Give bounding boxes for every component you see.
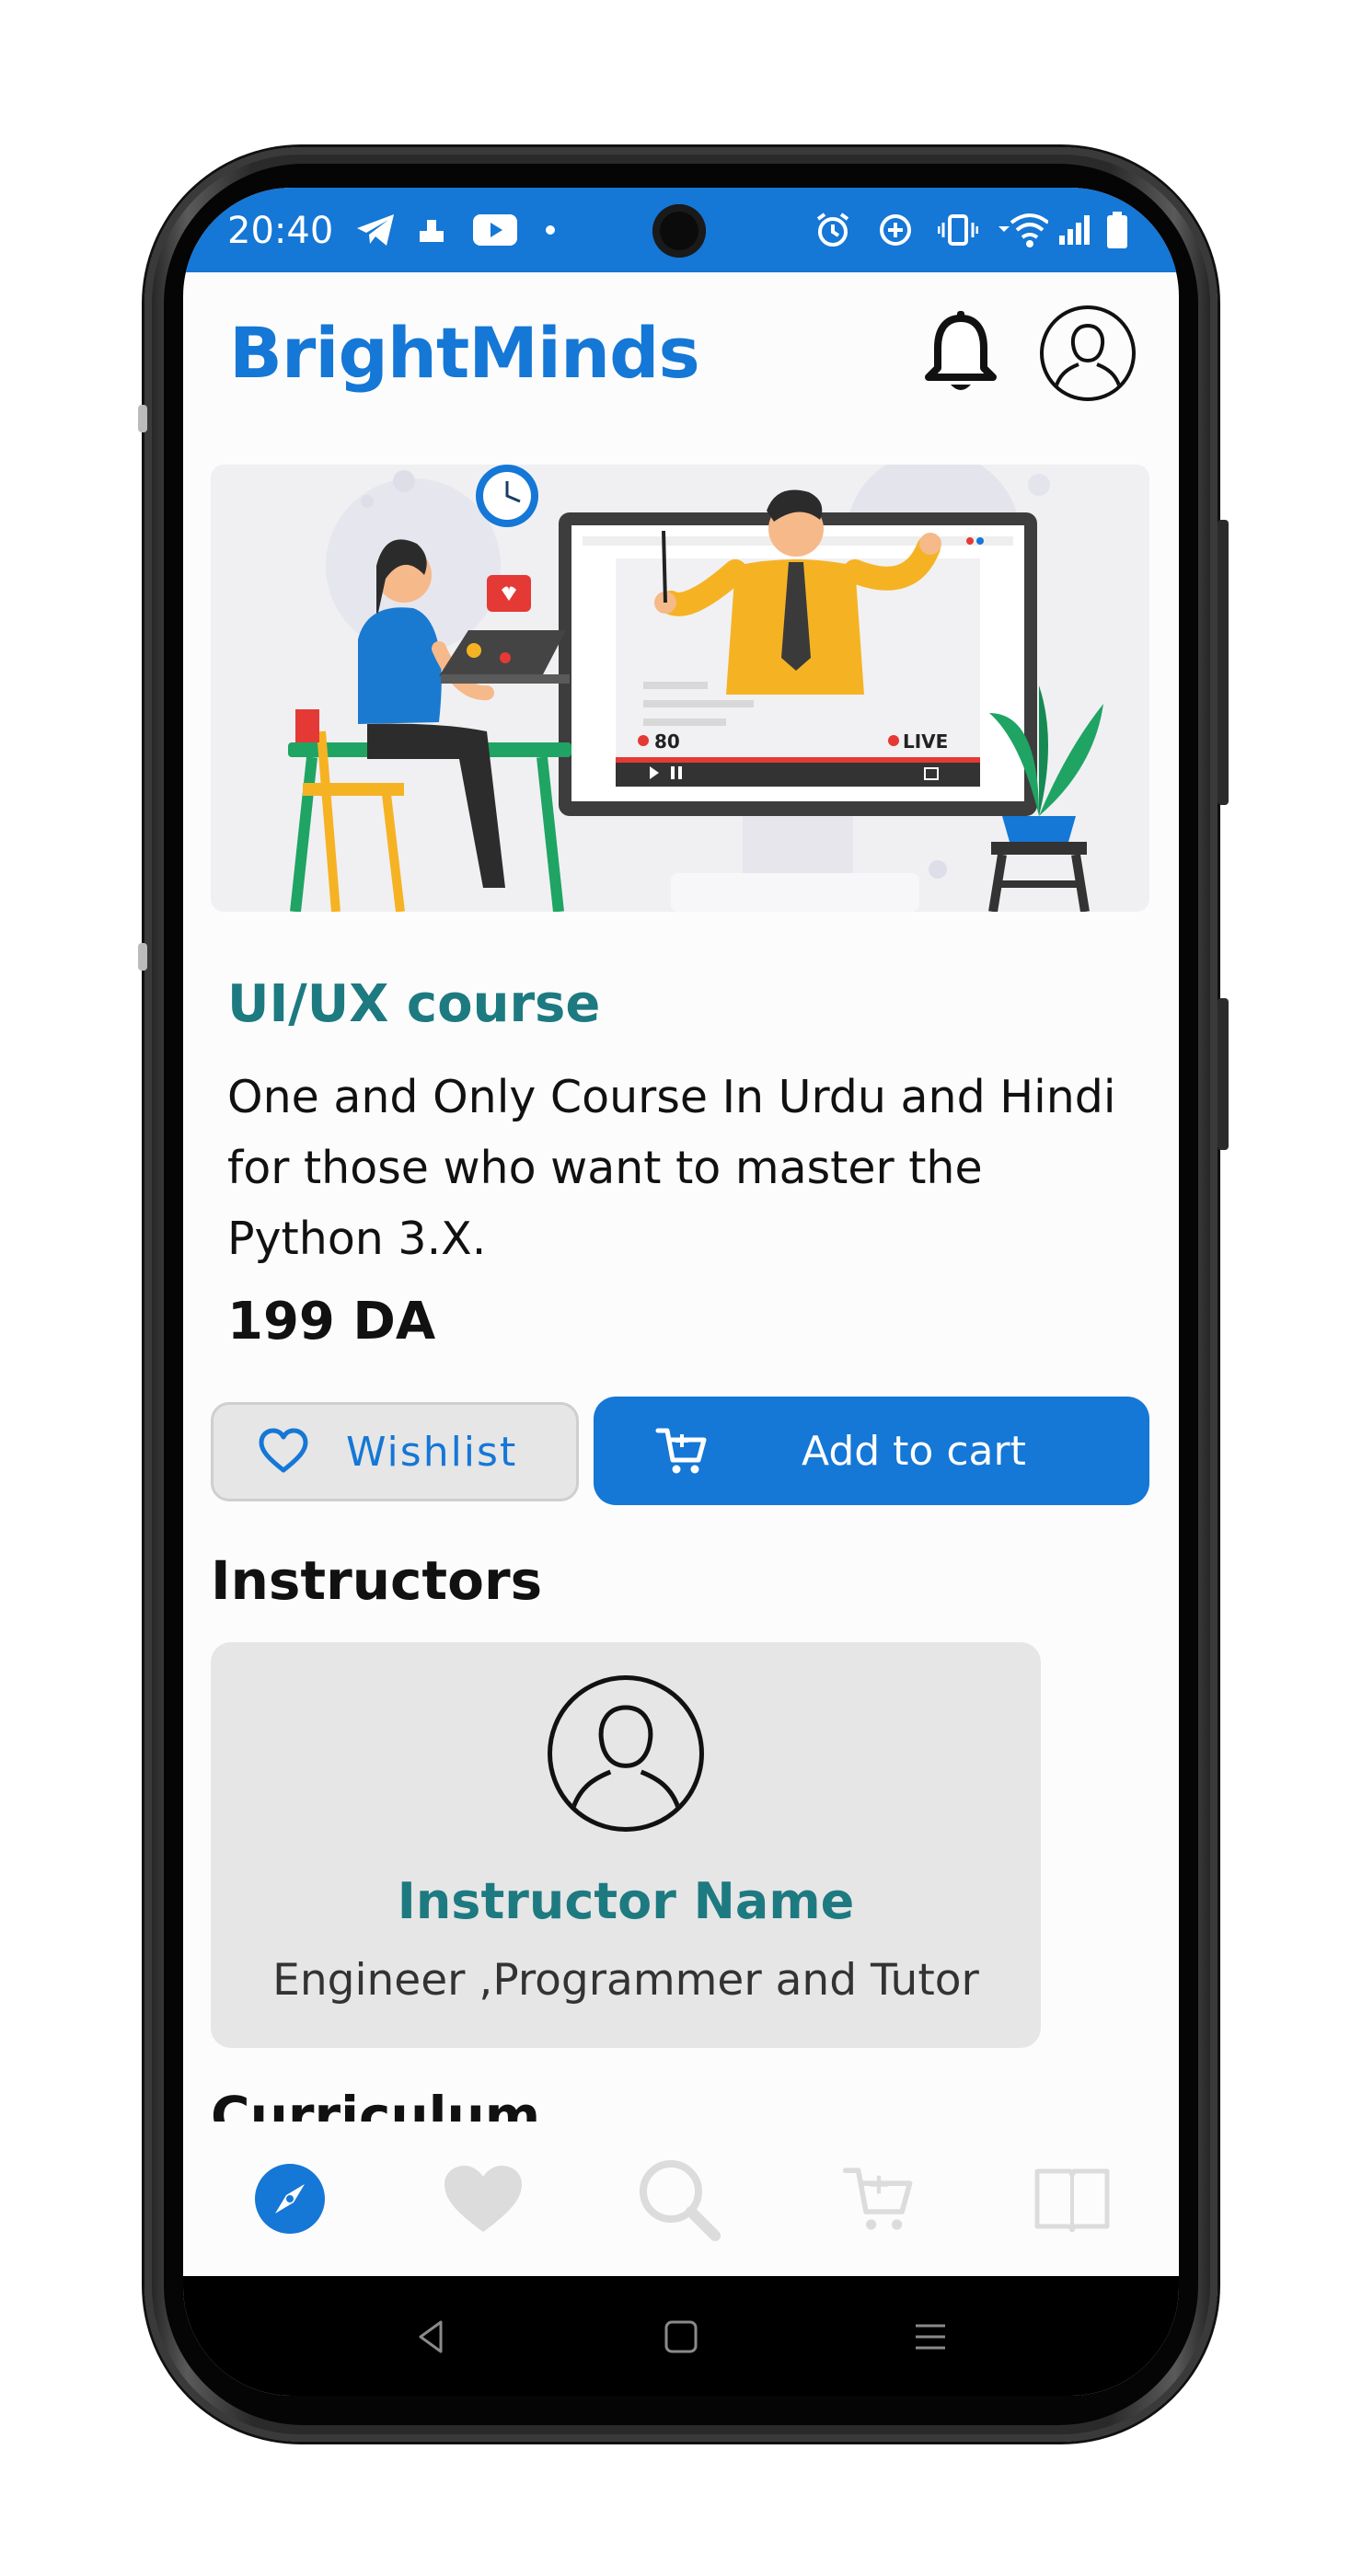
front-camera [652,204,706,258]
nav-cart[interactable] [835,2155,923,2243]
app-title: BrightMinds [229,312,700,394]
user-icon [1053,323,1123,393]
recents-icon[interactable] [910,2317,951,2357]
search-icon [640,2160,721,2241]
home-icon[interactable] [661,2317,701,2357]
nav-wishlist[interactable] [439,2155,527,2243]
add-to-cart-button[interactable]: Add to cart [594,1397,1149,1505]
curriculum-heading-container: Curriculum [211,2074,855,2122]
instructor-name: Instructor Name [397,1872,855,1930]
power-button [1218,520,1229,805]
user-icon [568,1705,684,1819]
wishlist-label: Wishlist [346,1428,518,1476]
wifi-icon [997,212,1048,248]
clock-icon [476,465,538,527]
compass-icon [255,2164,325,2234]
app-icon [415,212,448,248]
nav-search[interactable] [634,2155,722,2243]
heart-outline-icon [259,1428,308,1473]
nav-my-courses[interactable] [1028,2155,1116,2243]
vibrate-icon [938,212,978,248]
heart-icon [444,2166,522,2232]
svg-text:80: 80 [654,730,680,753]
course-hero-image: 80 LIVE [211,465,1149,912]
nav-explore[interactable] [246,2155,334,2243]
instructor-avatar [548,1675,704,1832]
notification-button[interactable] [919,307,1002,399]
bottom-navigation [183,2122,1179,2276]
side-marker [138,943,147,971]
curriculum-heading: Curriculum [211,2085,541,2122]
telegram-icon [354,212,397,248]
battery-icon [1103,212,1131,248]
bell-icon [925,311,997,390]
data-saver-icon [875,212,916,248]
status-time: 20:40 [227,210,334,252]
dot-icon [544,212,557,248]
back-icon[interactable] [411,2317,452,2357]
instructor-card[interactable]: Instructor Name Engineer ,Programmer and… [211,1642,1041,2048]
volume-button [1218,998,1229,1150]
cart-icon [842,2168,913,2230]
book-icon [1034,2168,1110,2232]
status-bar: 20:40 [183,188,1179,272]
course-description: One and Only Course In Urdu and Hindi fo… [227,1071,1116,1265]
phone-screen: 20:40 BrightMinds 80 LIVE UI/UX course O… [183,188,1179,2396]
instructor-role: Engineer ,Programmer and Tutor [272,1955,979,2006]
profile-button[interactable] [1040,305,1136,401]
course-price: 199 DA [227,1292,436,1351]
svg-text:LIVE: LIVE [903,730,948,753]
signal-icon [1056,212,1092,248]
add-to-cart-label: Add to cart [802,1427,1026,1475]
youtube-icon [472,212,518,248]
instructors-heading: Instructors [211,1549,543,1612]
system-navigation-bar [183,2276,1179,2396]
cart-icon [655,1428,707,1474]
alarm-icon [813,212,853,248]
wishlist-button[interactable]: Wishlist [211,1402,579,1501]
course-title: UI/UX course [227,974,601,1034]
side-marker [138,405,147,432]
